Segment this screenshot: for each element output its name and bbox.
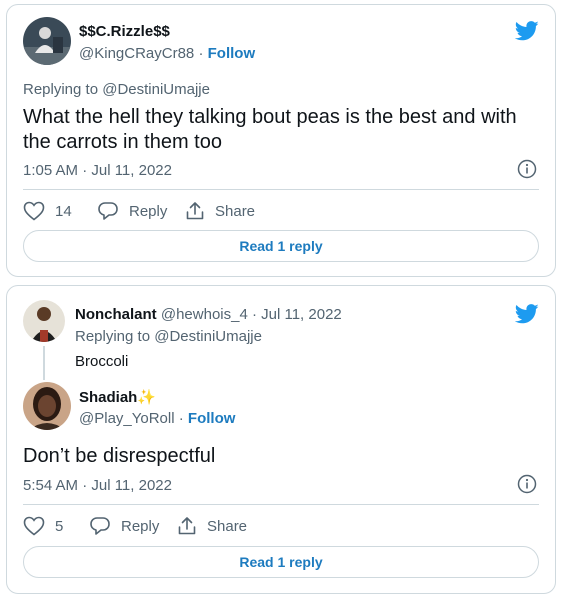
user-handle[interactable]: @KingCRayCr88 (79, 45, 194, 62)
timestamp[interactable]: 5:54 AM · Jul 11, 2022 (23, 477, 172, 494)
info-icon[interactable] (517, 159, 537, 179)
tweet-text: Don’t be disrespectful (23, 445, 216, 467)
divider (23, 189, 539, 190)
display-name[interactable]: Shadiah✨ (79, 388, 156, 406)
reply-bubble-icon (98, 202, 118, 220)
info-icon[interactable] (517, 474, 537, 494)
parent-header: Nonchalant @hewhois_4 · Jul 11, 2022 (75, 306, 342, 323)
avatar[interactable] (23, 382, 71, 430)
replying-to-prefix: Replying to (23, 81, 99, 98)
user-handle[interactable]: @Play_YoRoll (79, 410, 175, 427)
like-action[interactable]: 5 (23, 516, 63, 536)
replying-to: Replying to @DestiniUmajje (23, 81, 210, 98)
twitter-bird-icon[interactable] (515, 304, 539, 324)
like-action[interactable]: 14 (23, 201, 72, 221)
follow-button[interactable]: Follow (188, 410, 236, 427)
parent-display-name[interactable]: Nonchalant (75, 306, 157, 323)
read-replies-button[interactable]: Read 1 reply (23, 546, 539, 578)
share-icon (186, 202, 204, 220)
replying-to-handle[interactable]: @DestiniUmajje (154, 328, 262, 345)
follow-button[interactable]: Follow (208, 45, 256, 62)
tweet-card: Nonchalant @hewhois_4 · Jul 11, 2022 Rep… (6, 285, 556, 594)
tweet-text: What the hell they talking bout peas is … (23, 106, 517, 153)
tweet-card: $$C.Rizzle$$ @KingCRayCr88 · Follow Repl… (6, 4, 556, 277)
divider (23, 504, 539, 505)
display-name[interactable]: $$C.Rizzle$$ (79, 23, 170, 40)
parent-avatar[interactable] (23, 300, 65, 342)
timestamp[interactable]: 1:05 AM · Jul 11, 2022 (23, 162, 172, 179)
replying-to-prefix: Replying to (75, 328, 151, 345)
reply-action[interactable]: Reply (97, 201, 167, 221)
reply-label: Reply (121, 517, 160, 535)
parent-handle-date[interactable]: @hewhois_4 · Jul 11, 2022 (161, 306, 342, 323)
share-action[interactable]: Share (185, 201, 255, 221)
avatar[interactable] (23, 17, 71, 65)
share-icon (178, 517, 196, 535)
share-action[interactable]: Share (177, 516, 247, 536)
parent-tweet-text: Broccoli (75, 353, 129, 370)
sparkles-icon: ✨ (137, 389, 157, 406)
parent-replying-to: Replying to @DestiniUmajje (75, 328, 262, 345)
display-name-text: Shadiah (79, 389, 138, 406)
separator: · (198, 45, 204, 62)
handle-line: @KingCRayCr88 · Follow (79, 45, 255, 62)
like-count: 14 (55, 202, 72, 220)
reply-action[interactable]: Reply (89, 516, 159, 536)
heart-icon (23, 201, 45, 221)
reply-label: Reply (129, 202, 168, 220)
share-label: Share (215, 202, 256, 220)
replying-to-handle[interactable]: @DestiniUmajje (102, 81, 210, 98)
reply-bubble-icon (90, 517, 110, 535)
share-label: Share (207, 517, 248, 535)
separator: · (178, 410, 184, 427)
read-replies-button[interactable]: Read 1 reply (23, 230, 539, 262)
handle-line: @Play_YoRoll · Follow (79, 410, 235, 427)
twitter-bird-icon[interactable] (515, 21, 539, 41)
heart-icon (23, 516, 45, 536)
like-count: 5 (55, 517, 64, 535)
thread-line (43, 346, 45, 380)
